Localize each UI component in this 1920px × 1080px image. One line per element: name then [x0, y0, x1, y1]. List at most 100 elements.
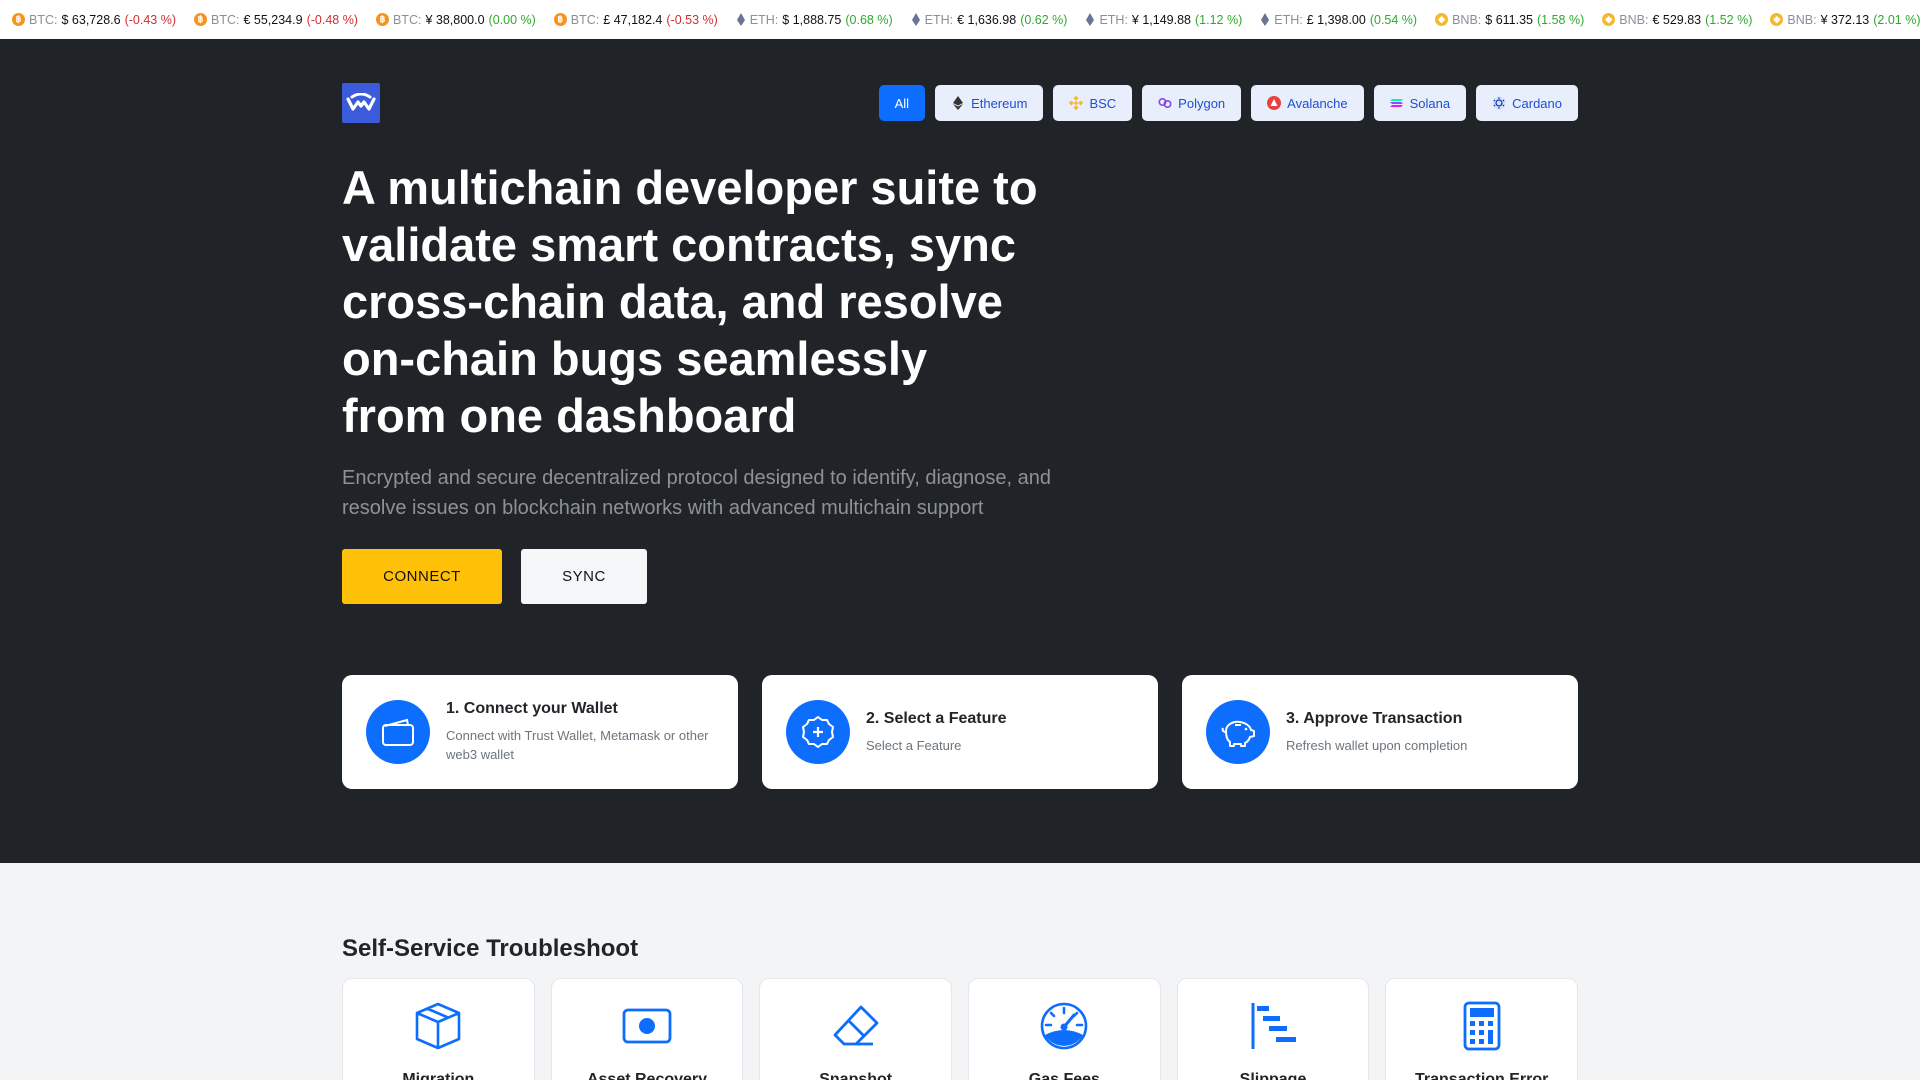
ticker-price: € 1,636.98	[957, 12, 1017, 27]
chain-filter-label: All	[894, 95, 910, 111]
ticker-price: € 55,234.9	[243, 12, 303, 27]
troubleshoot-card-migration[interactable]: Migration	[342, 978, 535, 1080]
sync-button[interactable]: SYNC	[521, 549, 647, 604]
ticker-price: ¥ 372.13	[1820, 12, 1870, 27]
troubleshoot-card-label: Gas Fees	[1028, 1071, 1100, 1080]
chain-filter-cardano[interactable]: Cardano	[1476, 85, 1578, 121]
step-card[interactable]: 1. Connect your Wallet Connect with Trust…	[342, 675, 738, 789]
eth-coin-icon	[911, 13, 921, 26]
ticker-item[interactable]: ◆ BNB: $ 611.35 (1.58 %)	[1435, 13, 1584, 27]
troubleshoot-card-label: Snapshot	[819, 1071, 893, 1080]
ticker-change: (1.12 %)	[1195, 12, 1243, 27]
chain-filter-ethereum[interactable]: Ethereum	[935, 85, 1044, 121]
step-title: 1. Connect your Wallet	[446, 700, 618, 717]
ticker-item[interactable]: ◆ BNB: € 529.83 (1.52 %)	[1602, 13, 1752, 27]
troubleshoot-cards: Migration Asset Recovery Snapshot Gas Fees S…	[342, 978, 1579, 1080]
ticker-price: ¥ 1,149.88	[1131, 12, 1192, 27]
ticker-item[interactable]: ฿ BTC: € 55,234.9 (-0.48 %)	[193, 12, 358, 27]
hero-subtitle: Encrypted and secure decentralized proto…	[342, 463, 1082, 523]
plus-badge-icon	[786, 700, 850, 764]
hero-section: All Ethereum BSC Polygon Avalanche Solana Card…	[0, 39, 1920, 863]
ticker-price: $ 1,888.75	[782, 12, 842, 27]
troubleshoot-card-label: Asset Recovery	[586, 1071, 708, 1080]
step-card[interactable]: 2. Select a Feature Select a Feature	[762, 675, 1158, 789]
ticker-change: (-0.53 %)	[666, 12, 718, 27]
ticker-item[interactable]: ETH: £ 1,398.00 (0.54 %)	[1260, 13, 1417, 27]
polygon-icon	[1158, 96, 1172, 110]
ticker-price: $ 63,728.6	[61, 12, 121, 27]
ticker-change: (1.52 %)	[1705, 12, 1753, 27]
chain-filter-avalanche[interactable]: Avalanche	[1251, 85, 1364, 121]
walletconnect-logo-icon	[346, 93, 376, 111]
troubleshoot-card-transaction-error[interactable]: Transaction Error	[1385, 978, 1579, 1080]
hero-headline-line: on-chain bugs seamlessly	[342, 332, 928, 385]
ticker-change: (0.68 %)	[845, 12, 893, 27]
record-icon	[622, 1001, 672, 1051]
ticker-item[interactable]: ETH: € 1,636.98 (0.62 %)	[911, 12, 1068, 27]
ticker-symbol: BTC:	[29, 12, 58, 27]
ticker-symbol: BNB:	[1452, 12, 1482, 27]
eraser-icon	[831, 1001, 881, 1051]
eth-coin-icon	[1260, 13, 1270, 26]
chain-filter-all[interactable]: All	[878, 85, 926, 121]
hero-headline: A multichain developer suite to validate …	[342, 159, 1102, 444]
ticker-item[interactable]: ◆ BNB: ¥ 372.13 (2.01 %)	[1770, 13, 1920, 27]
chain-filter-label: Ethereum	[971, 95, 1028, 111]
wallet-icon	[366, 700, 430, 764]
hero-subtitle-line: Encrypted and secure decentralized proto…	[342, 467, 1051, 489]
chain-filter-label: Solana	[1409, 95, 1451, 111]
ticker-price: ¥ 38,800.0	[425, 12, 485, 27]
cardano-icon	[1492, 96, 1506, 110]
step-description: Connect with Trust Wallet, Metamask or o…	[446, 728, 709, 762]
connect-button[interactable]: CONNECT	[342, 549, 502, 604]
price-ticker: ฿ BTC: $ 63,728.6 (-0.43 %) ฿ BTC: € 55,234.9(…	[0, 0, 1920, 39]
chain-filter-polygon[interactable]: Polygon	[1142, 85, 1242, 121]
troubleshoot-card-asset-recovery[interactable]: Asset Recovery	[550, 978, 744, 1080]
ticker-symbol: BTC:	[210, 12, 240, 27]
solana-icon	[1389, 96, 1404, 110]
ticker-price: $ 611.35	[1485, 12, 1534, 27]
piggy-bank-icon	[1206, 700, 1270, 764]
calculator-icon	[1462, 1001, 1502, 1051]
ethereum-icon	[951, 96, 965, 110]
chain-filter-label: Cardano	[1512, 95, 1562, 111]
ticker-change: (0.00 %)	[488, 12, 536, 27]
troubleshoot-title: Self-Service Troubleshoot	[342, 935, 639, 962]
ticker-item[interactable]: ETH: $ 1,888.75 (0.68 %)	[736, 13, 893, 27]
logo[interactable]	[342, 83, 380, 123]
ticker-item[interactable]: ฿ BTC: £ 47,182.4 (-0.53 %)	[553, 12, 718, 27]
hero-headline-line: validate smart contracts, sync	[342, 218, 1016, 271]
step-description: Refresh wallet upon completion	[1286, 737, 1468, 753]
troubleshoot-card-slippage[interactable]: Slippage	[1176, 978, 1370, 1080]
hero-headline-line: from one dashboard	[342, 389, 797, 442]
troubleshoot-card-gas-fees[interactable]: Gas Fees	[968, 978, 1161, 1080]
step-text: 3. Approve Transaction Refresh wallet upo…	[1286, 710, 1467, 755]
speedometer-icon	[1039, 1001, 1089, 1051]
avalanche-icon	[1267, 96, 1282, 110]
hero-headline-line: A multichain developer suite to	[342, 161, 1038, 214]
bnb-coin-icon: ◆	[1770, 13, 1784, 26]
troubleshoot-card-snapshot[interactable]: Snapshot	[759, 978, 953, 1080]
chain-filter-solana[interactable]: Solana	[1373, 85, 1467, 121]
eth-coin-icon	[736, 13, 746, 26]
bsc-icon	[1069, 96, 1084, 110]
btc-coin-icon: ฿	[553, 13, 567, 26]
step-description: Select a Feature	[866, 737, 962, 753]
troubleshoot-card-label: Transaction Error	[1415, 1071, 1549, 1080]
step-text: 2. Select a Feature Select a Feature	[866, 710, 1007, 755]
step-text: 1. Connect your Wallet Connect with Trust…	[446, 700, 714, 764]
ticker-change: (-0.43 %)	[124, 12, 176, 27]
ticker-item[interactable]: ETH: ¥ 1,149.88 (1.12 %)	[1085, 13, 1242, 27]
step-card[interactable]: 3. Approve Transaction Refresh wallet upo…	[1182, 675, 1578, 789]
chain-filter-bsc[interactable]: BSC	[1053, 85, 1133, 121]
ticker-change: (0.62 %)	[1020, 12, 1068, 27]
ticker-price: £ 1,398.00	[1306, 12, 1366, 27]
bnb-coin-icon: ◆	[1435, 13, 1449, 26]
ticker-item[interactable]: ฿ BTC: ¥ 38,800.0 (0.00 %)	[375, 12, 536, 27]
ticker-change: (1.58 %)	[1537, 12, 1585, 27]
btc-coin-icon: ฿	[375, 13, 389, 26]
ticker-change: (2.01 %)	[1873, 12, 1920, 27]
troubleshoot-card-label: Slippage	[1239, 1071, 1307, 1080]
chain-filter-label: Polygon	[1178, 95, 1226, 111]
ticker-item[interactable]: ฿ BTC: $ 63,728.6 (-0.43 %)	[12, 13, 176, 27]
